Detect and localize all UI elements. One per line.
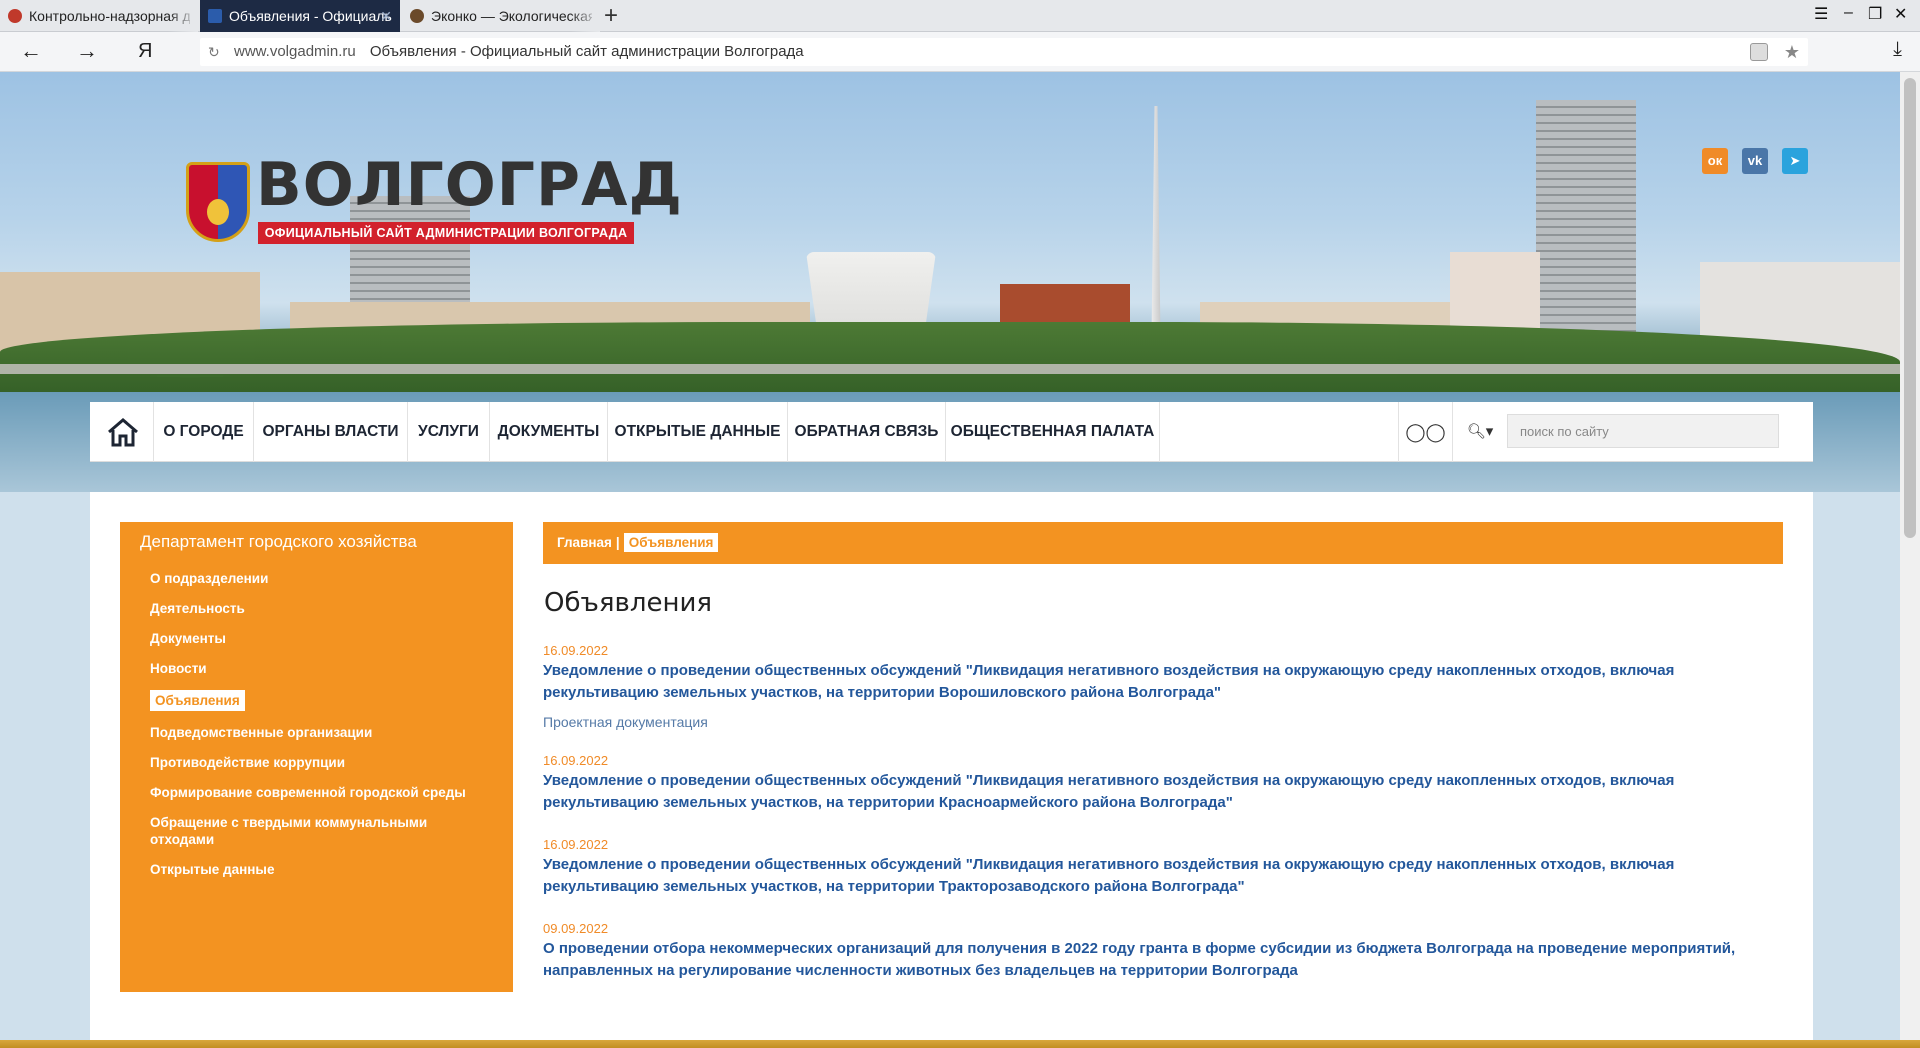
site-logo[interactable]: ВОЛГОГРАД ОФИЦИАЛЬНЫЙ САЙТ АДМИНИСТРАЦИИ… (186, 150, 682, 270)
close-window-icon[interactable]: ✕ (1894, 4, 1907, 24)
news-date: 16.09.2022 (543, 837, 609, 852)
sidebar-item-active[interactable]: Объявления (150, 690, 490, 711)
sidebar-item[interactable]: Формирование современной городской среды (150, 784, 490, 801)
news-link[interactable]: Уведомление о проведении общественных об… (543, 770, 1783, 814)
browser-tab[interactable]: Контрольно-надзорная де (0, 0, 198, 32)
breadcrumb-separator: | (615, 535, 620, 550)
protect-icon[interactable] (1750, 43, 1768, 61)
content-card: Департамент городского хозяйства О подра… (90, 492, 1813, 1040)
nav-item-authorities[interactable]: ОРГАНЫ ВЛАСТИ (254, 402, 408, 462)
site-favicon-icon (410, 9, 424, 23)
sidebar-item[interactable]: Документы (150, 630, 490, 647)
forward-arrow-icon[interactable]: → (76, 38, 98, 64)
nav-item-open-data[interactable]: ОТКРЫТЫЕ ДАННЫЕ (608, 402, 788, 462)
new-tab-button[interactable]: + (604, 2, 618, 30)
header-banner: ВОЛГОГРАД ОФИЦИАЛЬНЫЙ САЙТ АДМИНИСТРАЦИИ… (0, 72, 1900, 492)
news-date: 16.09.2022 (543, 753, 609, 768)
news-link[interactable]: О проведении отбора некоммерческих орган… (543, 938, 1783, 982)
nav-item-services[interactable]: УСЛУГИ (408, 402, 490, 462)
list-item: 09.09.2022 О проведении отбора некоммерч… (543, 920, 1783, 982)
tab-title: Эконко — Экологическая з (431, 8, 592, 24)
list-item: 16.09.2022 Уведомление о проведении обще… (543, 836, 1783, 898)
list-item: 16.09.2022 Уведомление о проведении обще… (543, 752, 1783, 814)
address-domain: www.volgadmin.ru (234, 43, 356, 60)
nav-item-documents[interactable]: ДОКУМЕНТЫ (490, 402, 608, 462)
restore-icon[interactable]: ❐ (1868, 4, 1882, 24)
search-input[interactable] (1507, 414, 1779, 448)
document-link[interactable]: Проектная документация (543, 714, 1783, 730)
nav-item-feedback[interactable]: ОБРАТНАЯ СВЯЗЬ (788, 402, 946, 462)
tab-title: Объявления - Официаль (229, 8, 392, 24)
sidebar: Департамент городского хозяйства О подра… (120, 522, 513, 992)
odnoklassniki-icon[interactable]: ок (1702, 148, 1728, 174)
browser-tab-bar: Контрольно-надзорная де Объявления - Офи… (0, 0, 1920, 32)
minimize-icon[interactable]: – (1844, 4, 1853, 22)
logo-subtitle: ОФИЦИАЛЬНЫЙ САЙТ АДМИНИСТРАЦИИ ВОЛГОГРАД… (258, 222, 634, 244)
breadcrumb: Главная | Объявления (543, 522, 1783, 564)
tab-title: Контрольно-надзорная де (29, 8, 190, 24)
nav-item-public-chamber[interactable]: ОБЩЕСТВЕННАЯ ПАЛАТА (946, 402, 1160, 462)
search-icon[interactable]: 🔍︎▾ (1453, 402, 1507, 462)
yandex-icon[interactable]: Я (138, 38, 152, 64)
sidebar-item[interactable]: Новости (150, 660, 490, 677)
address-page-title: Объявления - Официальный сайт администра… (369, 43, 804, 60)
news-link[interactable]: Уведомление о проведении общественных об… (543, 854, 1783, 898)
address-bar[interactable]: ↻ www.volgadmin.ru Объявления - Официаль… (200, 38, 1808, 66)
main-content: Главная | Объявления Объявления 16.09.2022… (543, 522, 1783, 1004)
vertical-scrollbar[interactable] (1900, 72, 1920, 1040)
browser-tab-active[interactable]: Объявления - Официаль ✕ (200, 0, 400, 32)
sidebar-item[interactable]: О подразделении (150, 570, 490, 587)
sidebar-item[interactable]: Подведомственные организации (150, 724, 490, 741)
nav-tools: ◯◯ 🔍︎▾ (1398, 402, 1813, 462)
page-title: Объявления (544, 588, 712, 618)
sidebar-item[interactable]: Противодействие коррупции (150, 754, 490, 771)
logo-title: ВОЛГОГРАД (256, 150, 683, 220)
coat-of-arms-icon (186, 162, 250, 242)
embankment (0, 364, 1900, 374)
browser-tab[interactable]: Эконко — Экологическая з (402, 0, 600, 32)
site-favicon-icon (208, 9, 222, 23)
download-icon[interactable]: ⤓ (1893, 38, 1902, 61)
browser-nav-bar: ← → Я ↻ www.volgadmin.ru Объявления - Оф… (0, 32, 1920, 72)
sidebar-item[interactable]: Обращение с твердыми коммунальными отход… (150, 814, 440, 848)
main-nav: О ГОРОДЕ ОРГАНЫ ВЛАСТИ УСЛУГИ ДОКУМЕНТЫ … (90, 402, 1813, 462)
telegram-icon[interactable]: ➤ (1782, 148, 1808, 174)
news-date: 16.09.2022 (543, 643, 609, 658)
reload-icon[interactable]: ↻ (208, 38, 220, 66)
list-item: 16.09.2022 Уведомление о проведении обще… (543, 642, 1783, 730)
news-link[interactable]: Уведомление о проведении общественных об… (543, 660, 1783, 704)
site-favicon-icon (8, 9, 22, 23)
accessibility-glasses-icon[interactable]: ◯◯ (1399, 402, 1453, 462)
sidebar-title[interactable]: Департамент городского хозяйства (140, 532, 417, 552)
news-date: 09.09.2022 (543, 921, 609, 936)
breadcrumb-home-link[interactable]: Главная (557, 535, 612, 550)
sidebar-item[interactable]: Открытые данные (150, 861, 490, 878)
nav-item-about-city[interactable]: О ГОРОДЕ (154, 402, 254, 462)
page-viewport: ВОЛГОГРАД ОФИЦИАЛЬНЫЙ САЙТ АДМИНИСТРАЦИИ… (0, 72, 1900, 1040)
announcements-list: 16.09.2022 Уведомление о проведении обще… (543, 642, 1783, 982)
home-button[interactable] (90, 402, 154, 462)
close-tab-icon[interactable]: ✕ (380, 8, 392, 25)
breadcrumb-current: Объявления (623, 533, 719, 552)
sidebar-item[interactable]: Деятельность (150, 600, 490, 617)
back-arrow-icon[interactable]: ← (20, 38, 42, 64)
menu-icon[interactable]: ☰ (1814, 4, 1828, 24)
scrollbar-thumb[interactable] (1904, 78, 1916, 538)
sidebar-menu: О подразделении Деятельность Документы Н… (150, 570, 490, 891)
os-taskbar (0, 1040, 1920, 1048)
vkontakte-icon[interactable]: vk (1742, 148, 1768, 174)
bookmark-star-icon[interactable]: ★ (1784, 38, 1800, 66)
home-icon (108, 418, 138, 447)
